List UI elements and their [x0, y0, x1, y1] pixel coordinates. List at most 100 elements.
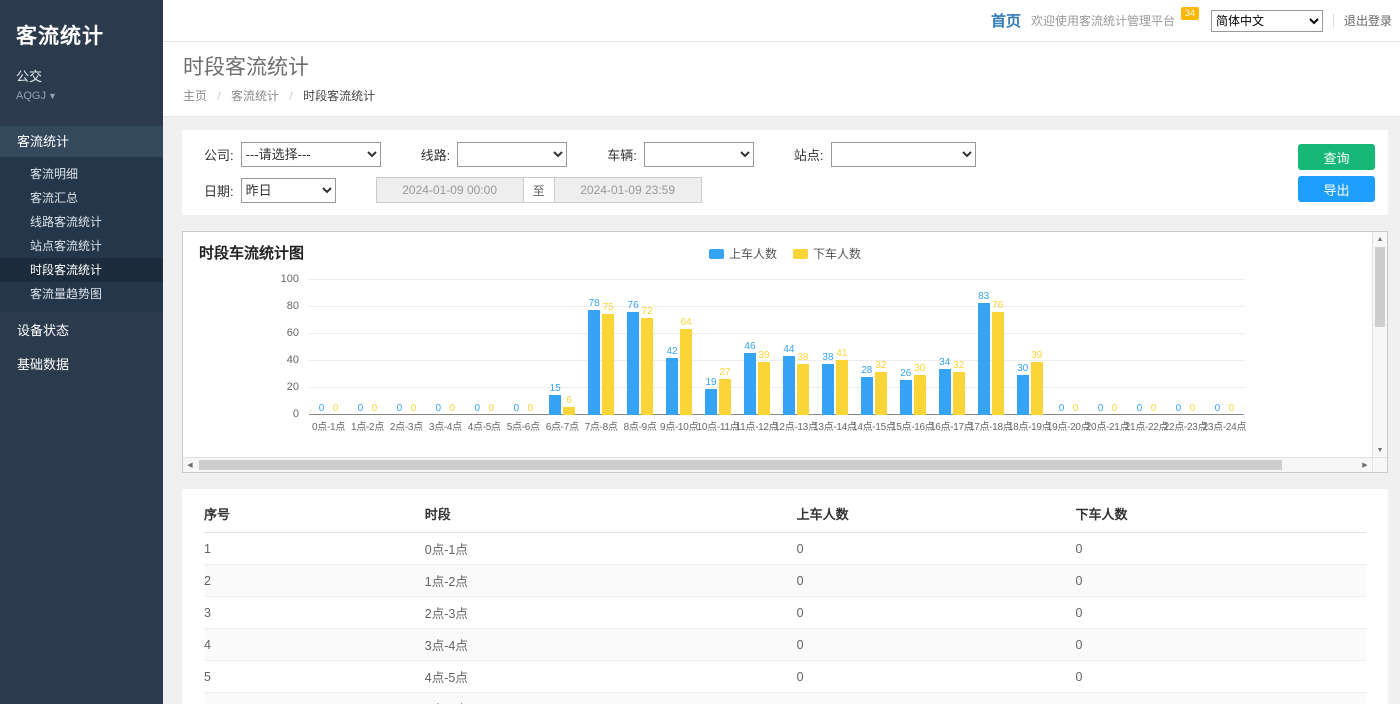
bar-column: 0	[354, 403, 366, 415]
breadcrumb-passenger-stats[interactable]: 客流统计	[231, 89, 279, 103]
bar-column: 0	[510, 403, 522, 415]
bar-group: 0022点-23点	[1166, 280, 1205, 433]
end-datetime-input[interactable]	[554, 177, 702, 203]
chart-horizontal-scrollbar[interactable]: ◀ ▶	[183, 457, 1372, 472]
bar[interactable]	[758, 362, 770, 415]
bar[interactable]	[822, 364, 834, 415]
bar-column: 28	[861, 365, 873, 415]
sidebar-section-base-data[interactable]: 基础数据	[0, 349, 163, 380]
breadcrumb-home[interactable]: 主页	[183, 89, 207, 103]
bar-column: 76	[627, 300, 639, 415]
bar-pair: 2630	[900, 280, 926, 415]
y-axis-tick: 0	[293, 409, 299, 420]
bar[interactable]	[875, 372, 887, 415]
table-cell: 0	[1075, 661, 1366, 693]
bar[interactable]	[719, 379, 731, 415]
bar-column: 46	[744, 341, 756, 415]
bar-pair: 8376	[978, 280, 1004, 415]
bar[interactable]	[953, 372, 965, 415]
bar[interactable]	[992, 312, 1004, 415]
bar[interactable]	[978, 303, 990, 415]
bar[interactable]	[900, 380, 912, 415]
bar[interactable]	[666, 358, 678, 415]
x-axis-label: 22点-23点	[1164, 418, 1207, 433]
line-select[interactable]	[457, 142, 567, 167]
bar[interactable]	[1031, 362, 1043, 415]
bar-pair: 3432	[939, 280, 965, 415]
vertical-scrollbar-thumb[interactable]	[1375, 247, 1385, 327]
bar[interactable]	[783, 356, 795, 415]
bar-value-label: 0	[319, 403, 325, 414]
logout-link[interactable]: 退出登录	[1344, 12, 1392, 29]
bar-value-label: 30	[1017, 363, 1028, 374]
sidebar-item-passenger-summary[interactable]: 客流汇总	[0, 186, 163, 210]
table-cell: 2	[204, 565, 425, 597]
bar[interactable]	[836, 360, 848, 415]
vehicle-select[interactable]	[644, 142, 754, 167]
bar-value-label: 0	[1215, 403, 1221, 414]
table-cell: 4	[204, 629, 425, 661]
x-axis-label: 18点-19点	[1008, 418, 1051, 433]
sidebar-item-passenger-detail[interactable]: 客流明细	[0, 162, 163, 186]
station-select[interactable]	[831, 142, 976, 167]
bar-pair: 00	[393, 280, 419, 415]
bar-value-label: 32	[953, 360, 964, 371]
date-preset-select[interactable]: 昨日	[241, 178, 336, 203]
horizontal-scrollbar-thumb[interactable]	[199, 460, 1282, 470]
export-button[interactable]: 导出	[1298, 176, 1375, 202]
bar-pair: 00	[354, 280, 380, 415]
bar[interactable]	[797, 364, 809, 415]
org-code-dropdown[interactable]: AQGJ▼	[16, 90, 147, 102]
bar[interactable]	[549, 395, 561, 415]
legend-item-alighting[interactable]: 下车人数	[793, 245, 861, 262]
bar[interactable]	[641, 318, 653, 415]
bar[interactable]	[1017, 375, 1029, 416]
notification-badge[interactable]: 34	[1181, 7, 1199, 20]
bar[interactable]	[627, 312, 639, 415]
sidebar-item-period-stats[interactable]: 时段客流统计	[0, 258, 163, 282]
company-select[interactable]: ---请选择---	[241, 142, 381, 167]
sidebar-item-station-stats[interactable]: 站点客流统计	[0, 234, 163, 258]
legend-label-alighting: 下车人数	[813, 245, 861, 262]
date-to-label: 至	[524, 177, 554, 203]
x-axis-label: 1点-2点	[351, 418, 384, 433]
bar-column: 0	[1172, 403, 1184, 415]
legend-item-boarding[interactable]: 上车人数	[709, 245, 777, 262]
x-axis-label: 20点-21点	[1086, 418, 1129, 433]
sidebar-section-passenger-stats[interactable]: 客流统计	[0, 126, 163, 157]
home-link[interactable]: 首页	[991, 10, 1021, 31]
bar-column: 19	[705, 377, 717, 415]
bar-pair: 3039	[1017, 280, 1043, 415]
bar-pair: 00	[510, 280, 536, 415]
scroll-down-arrow-icon[interactable]: ▼	[1373, 443, 1387, 457]
bar-column: 78	[588, 298, 600, 415]
bar[interactable]	[680, 329, 692, 415]
sidebar-logo: 客流统计 公交 AQGJ▼	[0, 0, 163, 102]
bar[interactable]	[602, 314, 614, 415]
start-datetime-input[interactable]	[376, 177, 524, 203]
chart-vertical-scrollbar[interactable]: ▲ ▼	[1372, 232, 1387, 457]
bar[interactable]	[588, 310, 600, 415]
language-select[interactable]: 简体中文	[1211, 10, 1323, 32]
scroll-up-arrow-icon[interactable]: ▲	[1373, 232, 1387, 246]
sidebar-item-trend-chart[interactable]: 客流量趋势图	[0, 282, 163, 306]
bar[interactable]	[705, 389, 717, 415]
bar-group: 0020点-21点	[1088, 280, 1127, 433]
bar-pair: 7875	[588, 280, 614, 415]
bar-value-label: 0	[1112, 403, 1118, 414]
bar[interactable]	[939, 369, 951, 415]
bar[interactable]	[563, 407, 575, 415]
table-cell: 0	[797, 661, 1076, 693]
bar-value-label: 78	[589, 298, 600, 309]
bar[interactable]	[914, 375, 926, 416]
bar[interactable]	[861, 377, 873, 415]
sidebar-item-line-stats[interactable]: 线路客流统计	[0, 210, 163, 234]
scroll-left-arrow-icon[interactable]: ◀	[183, 458, 197, 472]
bar-value-label: 0	[358, 403, 364, 414]
bar-value-label: 0	[372, 403, 378, 414]
search-button[interactable]: 查询	[1298, 144, 1375, 170]
welcome-text: 欢迎使用客流统计管理平台	[1031, 12, 1175, 29]
scroll-right-arrow-icon[interactable]: ▶	[1358, 458, 1372, 472]
sidebar-section-device-status[interactable]: 设备状态	[0, 315, 163, 346]
bar[interactable]	[744, 353, 756, 415]
